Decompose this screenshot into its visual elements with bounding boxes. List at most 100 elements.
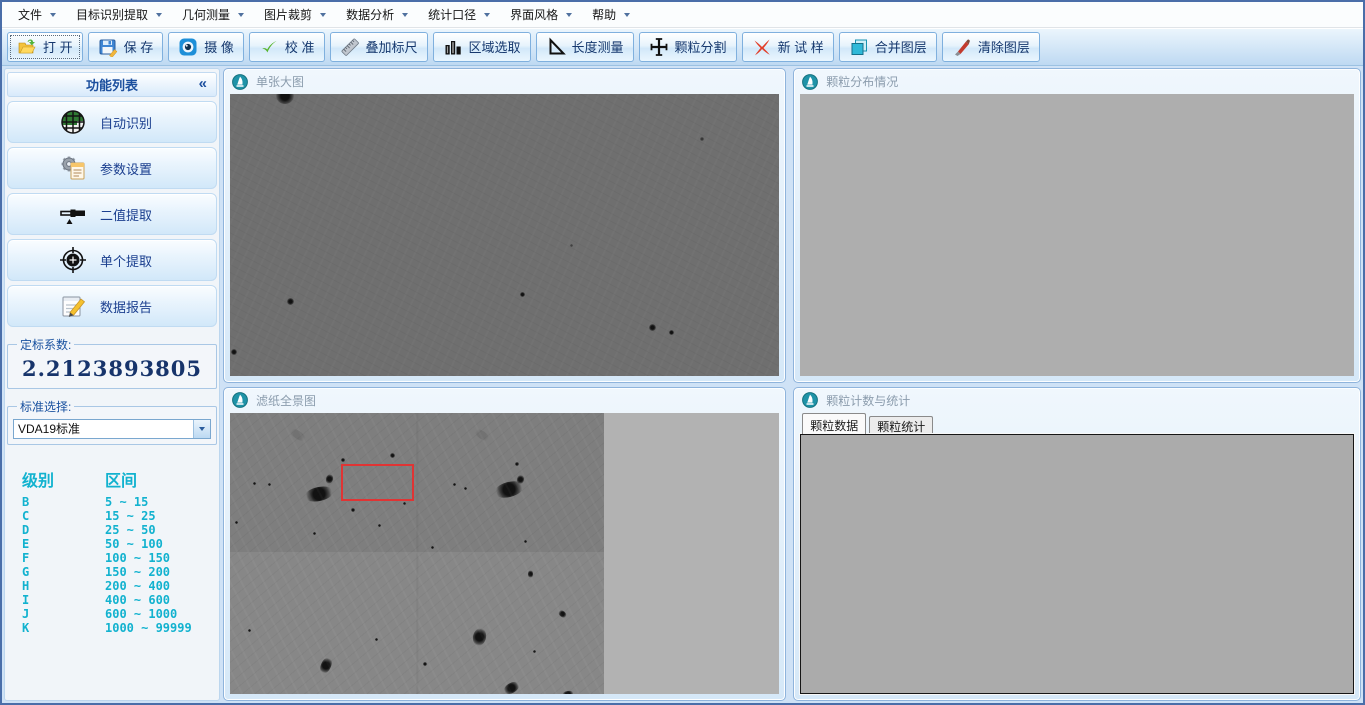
single-image-canvas[interactable] — [230, 94, 779, 376]
menu-statistic-caliber-label: 统计口径 — [428, 6, 476, 23]
tab-particle-data[interactable]: 颗粒数据 — [802, 413, 866, 434]
new-sample-button[interactable]: 新 试 样 — [742, 32, 834, 62]
particle-cluster — [303, 484, 335, 504]
range-cell: 200 ~ 400 — [105, 579, 170, 593]
level-cell: D — [22, 523, 105, 537]
particle-split-button[interactable]: 颗粒分割 — [639, 32, 737, 62]
app-window: 文件 目标识别提取 几何测量 图片裁剪 数据分析 统计口径 界面风格 帮助 打 … — [0, 0, 1365, 705]
length-triangle-icon — [546, 37, 566, 57]
menu-target-recognition-label: 目标识别提取 — [76, 6, 148, 23]
particle-split-cross-icon — [649, 37, 669, 57]
menu-image-crop-label: 图片裁剪 — [264, 6, 312, 23]
standard-label: 标准选择: — [17, 398, 74, 415]
calibration-groupbox: 定标系数: 2.2123893805 — [7, 336, 217, 389]
menu-file[interactable]: 文件 — [8, 2, 66, 27]
binary-extract-label: 二值提取 — [100, 205, 152, 224]
merge-layers-button-label: 合并图层 — [875, 37, 927, 56]
length-measure-button[interactable]: 长度测量 — [536, 32, 634, 62]
statistics-tabstrip: 颗粒数据 颗粒统计 — [800, 413, 1354, 434]
open-button-label: 打 开 — [43, 37, 73, 56]
calibration-label: 定标系数: — [17, 336, 74, 353]
new-sample-button-label: 新 试 样 — [778, 37, 824, 56]
microscope-icon — [232, 392, 248, 408]
save-button-label: 保 存 — [124, 37, 154, 56]
filter-panorama-panel-title: 滤纸全景图 — [256, 392, 316, 409]
selection-rectangle[interactable] — [341, 464, 414, 501]
chevron-down-icon — [566, 13, 572, 17]
particle-spot — [351, 508, 355, 512]
function-list-header: 功能列表 « — [7, 72, 217, 97]
microscope-icon — [232, 74, 248, 90]
single-extract-button[interactable]: 单个提取 — [7, 239, 217, 281]
level-cell: K — [22, 621, 105, 635]
filter-panorama-image[interactable] — [230, 413, 604, 695]
particle-spot — [248, 629, 251, 632]
calibrate-check-icon — [259, 37, 279, 57]
chevron-down-icon — [484, 13, 490, 17]
chevron-down-icon — [238, 13, 244, 17]
menu-ui-style[interactable]: 界面风格 — [500, 2, 582, 27]
data-report-label: 数据报告 — [100, 297, 152, 316]
binary-extract-button[interactable]: 二值提取 — [7, 193, 217, 235]
range-cell: 5 ~ 15 — [105, 495, 148, 509]
camera-button[interactable]: 摄 像 — [168, 32, 244, 62]
calibrate-button[interactable]: 校 准 — [249, 32, 325, 62]
binary-extract-icon — [58, 199, 88, 229]
particle-distribution-panel-header: 颗粒分布情况 — [794, 69, 1360, 94]
particle-spot — [325, 473, 334, 484]
level-cell: H — [22, 579, 105, 593]
statistics-body: 颗粒数据 颗粒统计 — [800, 413, 1354, 695]
chevron-down-icon — [624, 13, 630, 17]
chevron-down-icon — [402, 13, 408, 17]
data-report-button[interactable]: 数据报告 — [7, 285, 217, 327]
merge-layers-button[interactable]: 合并图层 — [839, 32, 937, 62]
camera-button-label: 摄 像 — [204, 37, 234, 56]
level-row: H200 ~ 400 — [22, 579, 217, 593]
menu-image-crop[interactable]: 图片裁剪 — [254, 2, 336, 27]
standard-select[interactable]: VDA19标准 — [13, 419, 211, 439]
camera-icon — [178, 37, 198, 57]
parameter-settings-button[interactable]: 参数设置 — [7, 147, 217, 189]
menu-help[interactable]: 帮助 — [582, 2, 640, 27]
auto-recognize-button[interactable]: 自动识别 — [7, 101, 217, 143]
function-sidebar: 功能列表 « 自动识别 — [4, 68, 220, 701]
particle-spot — [268, 483, 271, 486]
particle-smudge — [288, 425, 309, 443]
parameter-settings-label: 参数设置 — [100, 159, 152, 178]
menu-data-analysis[interactable]: 数据分析 — [336, 2, 418, 27]
clear-layers-button[interactable]: 清除图层 — [942, 32, 1040, 62]
region-bars-icon — [443, 37, 463, 57]
menu-geometry-measure[interactable]: 几何测量 — [172, 2, 254, 27]
chevron-down-icon — [50, 13, 56, 17]
range-cell: 50 ~ 100 — [105, 537, 163, 551]
level-row: I400 ~ 600 — [22, 593, 217, 607]
single-extract-target-icon — [58, 245, 88, 275]
statistics-panel-header: 颗粒计数与统计 — [794, 388, 1360, 413]
menu-target-recognition[interactable]: 目标识别提取 — [66, 2, 172, 27]
level-cell: C — [22, 509, 105, 523]
particle-blob — [502, 679, 522, 694]
particle-spot — [403, 502, 406, 505]
tab-particle-statistics[interactable]: 颗粒统计 — [869, 416, 933, 434]
toolbar: 打 开 保 存 摄 像 校 准 叠加标尺 区域选取 长度测量 颗 — [2, 28, 1363, 66]
particle-blob — [561, 690, 574, 694]
save-button[interactable]: 保 存 — [88, 32, 164, 62]
overlay-ruler-button-label: 叠加标尺 — [366, 37, 418, 56]
particle-spot — [235, 521, 238, 524]
new-sample-x-icon — [752, 37, 772, 57]
length-measure-button-label: 长度测量 — [572, 37, 624, 56]
particle-data-table-area[interactable] — [800, 434, 1354, 695]
level-cell: B — [22, 495, 105, 509]
particle-spot — [253, 482, 256, 485]
level-row: E50 ~ 100 — [22, 537, 217, 551]
overlay-ruler-button[interactable]: 叠加标尺 — [330, 32, 428, 62]
particle-distribution-canvas[interactable] — [800, 94, 1354, 376]
open-button[interactable]: 打 开 — [7, 32, 83, 62]
region-select-button[interactable]: 区域选取 — [433, 32, 531, 62]
chevron-down-icon — [199, 427, 205, 431]
collapse-sidebar-button[interactable]: « — [199, 75, 207, 92]
standard-select-dropdown-button[interactable] — [193, 420, 210, 438]
range-cell: 150 ~ 200 — [105, 565, 170, 579]
level-cell: E — [22, 537, 105, 551]
menu-statistic-caliber[interactable]: 统计口径 — [418, 2, 500, 27]
